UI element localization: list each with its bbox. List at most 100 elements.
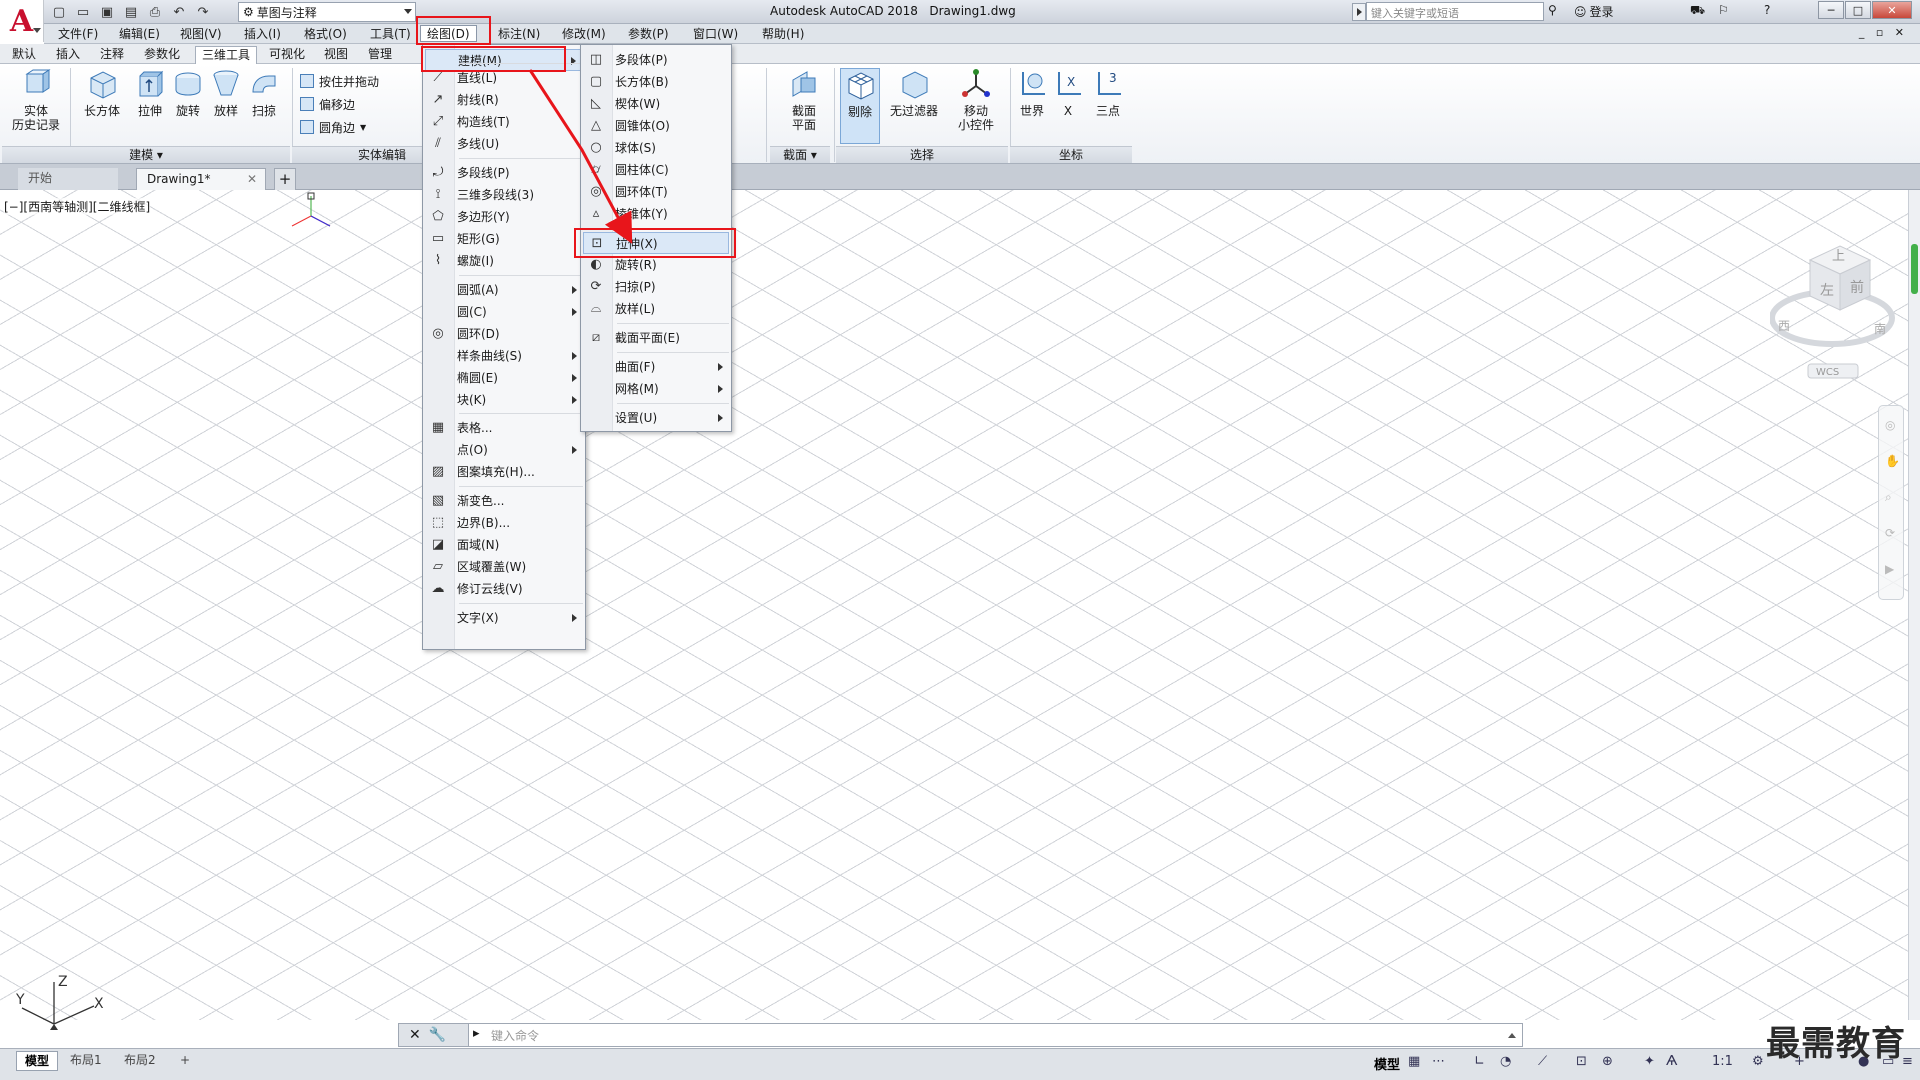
panel-select-footer[interactable]: 选择 (836, 146, 1008, 163)
box-button[interactable]: 长方体 (80, 68, 124, 118)
open-icon[interactable]: ▭ (74, 3, 92, 21)
modeling-item-15[interactable]: 设置(U) (583, 407, 729, 429)
modeling-item-8[interactable]: ⊡ 拉伸(X) (583, 232, 729, 254)
viewport-controls[interactable]: [−][西南等轴测][二维线框] (4, 198, 151, 215)
grid-icon[interactable]: ▦ (1408, 1054, 1420, 1069)
move-gizmo-button[interactable]: 移动 小控件 (948, 68, 1004, 132)
draw-item-10[interactable]: 圆弧(A) (425, 279, 583, 301)
draw-item-2[interactable]: ↗ 射线(R) (425, 89, 583, 111)
panel-section-footer[interactable]: 截面 ▾ (770, 146, 830, 163)
offset-edge-button[interactable]: 偏移边 (300, 95, 355, 113)
menu-format[interactable]: 格式(O) (298, 26, 353, 43)
draw-item-24[interactable]: 文字(X) (425, 607, 583, 629)
layout-tab-model[interactable]: 模型 (16, 1051, 59, 1071)
draw-item-22[interactable]: ▱ 区域覆盖(W) (425, 556, 583, 578)
draw-item-7[interactable]: ⬠ 多边形(Y) (425, 206, 583, 228)
menu-file[interactable]: 文件(F) (52, 26, 104, 43)
drawing-canvas[interactable]: [−][西南等轴测][二维线框] (0, 190, 1910, 1020)
tab-view[interactable]: 视图 (318, 46, 354, 64)
command-input[interactable]: 键入命令 (491, 1027, 539, 1044)
otrack-icon[interactable]: ⊕ (1602, 1054, 1613, 1069)
menu-draw[interactable]: 绘图(D) (420, 25, 477, 42)
modeling-item-10[interactable]: ⟳ 扫掠(P) (583, 276, 729, 298)
menu-help[interactable]: 帮助(H) (756, 26, 810, 43)
fillet-edge-button[interactable]: 圆角边 ▼ (300, 118, 366, 136)
workspace-select[interactable]: ⚙ 草图与注释 (238, 2, 416, 22)
panel-solid-edit-footer[interactable]: 实体编辑 (292, 146, 422, 163)
modeling-item-1[interactable]: ▢ 长方体(B) (583, 71, 729, 93)
modeling-item-5[interactable]: ⌭ 圆柱体(C) (583, 159, 729, 181)
modeling-item-6[interactable]: ◎ 圆环体(T) (583, 181, 729, 203)
signin-button[interactable]: ☺ 登录 (1574, 3, 1614, 20)
draw-item-19[interactable]: ▧ 渐变色... (425, 490, 583, 512)
modeling-item-7[interactable]: ▵ 棱锥体(Y) (583, 203, 729, 225)
menu-edit[interactable]: 编辑(E) (113, 26, 166, 43)
vertical-scrollbar[interactable] (1908, 190, 1920, 1020)
draw-item-18[interactable]: ▨ 图案填充(H)... (425, 461, 583, 483)
culling-button[interactable]: 剔除 (840, 68, 880, 144)
pan-icon[interactable]: ✋ (1885, 454, 1900, 468)
modeling-item-0[interactable]: ◫ 多段体(P) (583, 49, 729, 71)
section-plane-button[interactable]: 截面 平面 (776, 68, 832, 132)
modeling-item-12[interactable]: ⧄ 截面平面(E) (583, 327, 729, 349)
modeling-item-4[interactable]: ○ 球体(S) (583, 137, 729, 159)
tab-start[interactable]: 开始 (18, 168, 118, 190)
steering-wheel-icon[interactable]: ◎ (1885, 418, 1895, 432)
close-button[interactable]: ✕ (1872, 1, 1912, 19)
chevron-up-icon[interactable] (1508, 1033, 1516, 1038)
draw-item-6[interactable]: ⟟ 三维多段线(3) (425, 184, 583, 206)
showmotion-icon[interactable]: ▶ (1885, 562, 1894, 576)
polar-icon[interactable]: ◔ (1500, 1054, 1511, 1069)
panel-coords-footer[interactable]: 坐标 (1010, 146, 1132, 163)
annotation-icon[interactable]: ✦ (1644, 1054, 1655, 1069)
draw-item-20[interactable]: ⬚ 边界(B)... (425, 512, 583, 534)
menu-dimension[interactable]: 标注(N) (492, 26, 546, 43)
osnap-icon[interactable]: ⊡ (1576, 1054, 1587, 1069)
modeling-item-9[interactable]: ◐ 旋转(R) (583, 254, 729, 276)
annotation-visibility-icon[interactable]: Ѧ (1666, 1054, 1677, 1069)
save-icon[interactable]: ▣ (98, 3, 116, 21)
draw-item-9[interactable]: ⌇ 螺旋(I) (425, 250, 583, 272)
modeling-item-3[interactable]: △ 圆锥体(O) (583, 115, 729, 137)
new-tab-button[interactable]: + (274, 168, 296, 190)
search-expand-button[interactable] (1352, 3, 1366, 21)
modeling-item-2[interactable]: ◺ 楔体(W) (583, 93, 729, 115)
draw-item-3[interactable]: ⤢ 构造线(T) (425, 111, 583, 133)
draw-item-15[interactable]: 块(K) (425, 389, 583, 411)
menu-window[interactable]: 窗口(W) (687, 26, 744, 43)
binoculars-icon[interactable]: ⚲ (1548, 3, 1557, 17)
modeling-item-14[interactable]: 网格(M) (583, 378, 729, 400)
draw-item-14[interactable]: 椭圆(E) (425, 367, 583, 389)
tab-annotate[interactable]: 注释 (94, 46, 130, 64)
layout-tab-1[interactable]: 布局1 (62, 1051, 110, 1071)
orbit-icon[interactable]: ⟳ (1885, 526, 1895, 540)
tab-drawing1[interactable]: Drawing1* ✕ (136, 168, 266, 190)
zoom-icon[interactable]: ⌕ (1885, 490, 1892, 505)
gear-icon[interactable]: ⚙ (1752, 1054, 1764, 1069)
wcs-label[interactable]: WCS (1816, 367, 1839, 378)
draw-item-23[interactable]: ☁ 修订云线(V) (425, 578, 583, 600)
tab-default[interactable]: 默认 (6, 46, 42, 64)
maximize-button[interactable]: □ (1845, 1, 1871, 19)
print-icon[interactable]: ⎙ (146, 3, 164, 21)
draw-item-8[interactable]: ▭ 矩形(G) (425, 228, 583, 250)
tab-3d-tools[interactable]: 三维工具 (195, 46, 258, 64)
draw-item-4[interactable]: ⫽ 多线(U) (425, 133, 583, 155)
snap-icon[interactable]: ⋯ (1432, 1054, 1445, 1069)
mdi-window-controls[interactable]: _ ▫ ✕ (1859, 26, 1908, 39)
app-menu-button[interactable]: A (0, 0, 44, 42)
navigation-bar[interactable]: ◎ ✋ ⌕ ⟳ ▶ (1878, 405, 1904, 600)
annotation-scale[interactable]: 1:1 (1712, 1054, 1733, 1069)
isodraft-icon[interactable]: ⟋ (1538, 1054, 1547, 1069)
menu-view[interactable]: 视图(V) (174, 26, 228, 43)
redo-icon[interactable]: ↷ (194, 3, 212, 21)
close-icon[interactable]: ✕ (247, 169, 257, 190)
draw-item-12[interactable]: ◎ 圆环(D) (425, 323, 583, 345)
menu-insert[interactable]: 插入(I) (238, 26, 287, 43)
minimize-button[interactable]: ─ (1818, 1, 1844, 19)
draw-item-17[interactable]: 点(O) (425, 439, 583, 461)
ucs-x-button[interactable]: X X (1052, 68, 1084, 118)
add-layout-button[interactable]: + (172, 1051, 198, 1071)
tab-manage[interactable]: 管理 (362, 46, 398, 64)
undo-icon[interactable]: ↶ (170, 3, 188, 21)
